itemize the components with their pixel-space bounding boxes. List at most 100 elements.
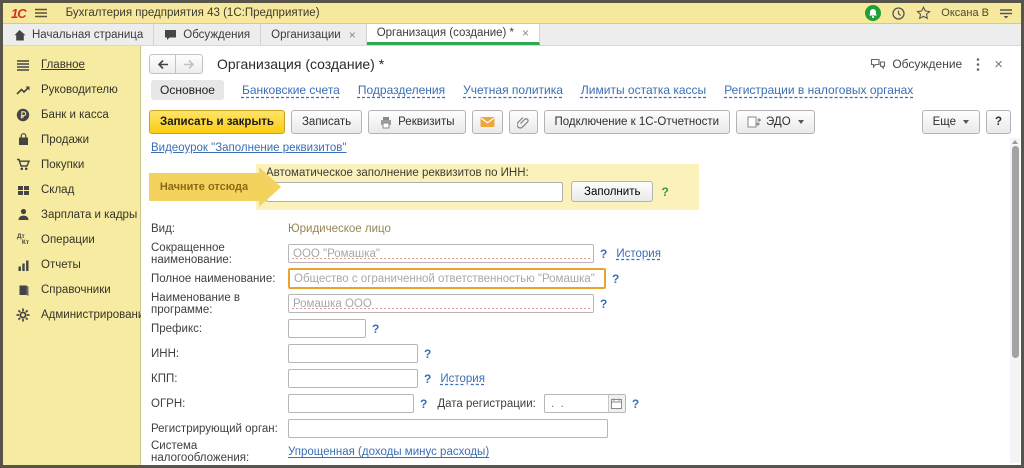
sidebar-item-directories[interactable]: Справочники (3, 277, 140, 302)
service-menu-button[interactable] (999, 7, 1013, 19)
field-row-full-name: Полное наименование: ? (141, 266, 1021, 291)
email-button[interactable] (472, 110, 503, 134)
inn-autofill-section: Начните отсюда Автоматическое заполнение… (141, 164, 1021, 210)
ogrn-input[interactable] (288, 394, 414, 413)
save-button[interactable]: Записать (291, 110, 362, 134)
forward-button[interactable] (176, 54, 203, 74)
tax-system-link[interactable]: Упрощенная (доходы минус расходы) (288, 446, 489, 458)
organization-form: Организация (создание) * Обсуждение × Ос… (141, 46, 1021, 465)
navtab-tax-registrations[interactable]: Регистрации в налоговых органах (724, 83, 913, 97)
back-button[interactable] (149, 54, 176, 74)
full-name-help-link[interactable]: ? (612, 272, 619, 286)
history-button[interactable] (891, 6, 906, 21)
tab-close-icon[interactable]: × (522, 26, 529, 40)
menu-lines-icon (15, 59, 31, 71)
sidebar-item-manager[interactable]: Руководителю (3, 77, 140, 102)
close-form-button[interactable]: × (994, 57, 1003, 72)
navtab-main[interactable]: Основное (151, 80, 224, 100)
requisites-button[interactable]: Реквизиты (368, 110, 465, 134)
kind-value-link[interactable]: Юридическое лицо (288, 223, 391, 235)
sidebar-item-bank-cash[interactable]: Банк и касса (3, 102, 140, 127)
favorites-button[interactable] (916, 6, 931, 20)
main-menu-icon[interactable] (34, 7, 48, 19)
service-menu-icon (999, 7, 1013, 19)
attachments-button[interactable] (509, 110, 538, 134)
page-title: Организация (создание) * (217, 56, 862, 72)
more-menu-icon[interactable] (976, 57, 980, 72)
form-header: Организация (создание) * Обсуждение × (141, 46, 1021, 78)
books-icon (15, 284, 31, 296)
ogrn-help-link[interactable]: ? (420, 397, 427, 411)
field-row-kind: Вид: Юридическое лицо (141, 216, 1021, 241)
sidebar-item-warehouse[interactable]: Склад (3, 177, 140, 202)
1c-reporting-connect-button[interactable]: Подключение к 1С-Отчетности (544, 110, 731, 134)
discussion-bubbles-icon (870, 58, 886, 71)
inn-help-link[interactable]: ? (661, 185, 668, 199)
scrollbar-thumb[interactable] (1012, 146, 1019, 358)
sidebar-item-reports[interactable]: Отчеты (3, 252, 140, 277)
star-icon (916, 6, 931, 20)
forward-arrow-icon (183, 59, 195, 70)
navtab-bank-accounts[interactable]: Банковские счета (242, 83, 340, 97)
sidebar-item-administration[interactable]: Администрирование (3, 302, 140, 327)
help-button[interactable]: ? (986, 110, 1011, 134)
gear-icon (15, 308, 31, 322)
home-icon (13, 29, 26, 41)
short-name-help-link[interactable]: ? (600, 247, 607, 261)
more-button[interactable]: Еще (922, 110, 980, 134)
prefix-help-link[interactable]: ? (372, 322, 379, 336)
field-row-kpp: КПП: ? История (141, 366, 1021, 391)
kpp-help-link[interactable]: ? (424, 372, 431, 386)
prefix-input[interactable] (288, 319, 366, 338)
sidebar-item-salary-hr[interactable]: Зарплата и кадры (3, 202, 140, 227)
inn-autofill-panel: Автоматическое заполнение реквизитов по … (256, 164, 699, 210)
video-tutorial-link[interactable]: Видеоурок "Заполнение реквизитов" (151, 142, 347, 154)
scroll-up-arrow-icon[interactable] (1012, 140, 1018, 144)
section-sidebar: Главное Руководителю Банк и касса Продаж… (3, 46, 141, 465)
discussion-button[interactable]: Обсуждение (870, 57, 962, 71)
program-name-help-link[interactable]: ? (600, 297, 607, 311)
field-row-prefix: Префикс: ? (141, 316, 1021, 341)
notifications-button[interactable] (865, 5, 881, 21)
save-and-close-button[interactable]: Записать и закрыть (149, 110, 285, 134)
bar-chart-icon (15, 259, 31, 271)
inn-help-link[interactable]: ? (424, 347, 431, 361)
form-nav-tabs: Основное Банковские счета Подразделения … (141, 78, 1021, 106)
app-window: 1С Бухгалтерия предприятия 43 (1С:Предпр… (0, 0, 1024, 468)
back-arrow-icon (157, 59, 169, 70)
edo-icon (747, 116, 761, 128)
calendar-button[interactable] (608, 395, 625, 412)
program-name-input[interactable] (288, 294, 594, 313)
fill-button[interactable]: Заполнить (571, 181, 653, 202)
video-tutorial-row: Видеоурок "Заполнение реквизитов" (141, 140, 1021, 160)
short-name-input[interactable] (288, 244, 594, 263)
tab-discussions[interactable]: Обсуждения (154, 24, 261, 45)
navtab-cash-limits[interactable]: Лимиты остатка кассы (581, 83, 706, 97)
kpp-input[interactable] (288, 369, 418, 388)
registration-date-help-link[interactable]: ? (632, 397, 639, 411)
navtab-accounting-policy[interactable]: Учетная политика (463, 83, 563, 97)
sidebar-item-sales[interactable]: Продажи (3, 127, 140, 152)
registration-date-input[interactable] (545, 398, 608, 410)
trend-arrow-icon (15, 84, 31, 96)
short-name-history-link[interactable]: История (616, 248, 661, 260)
tab-home[interactable]: Начальная страница (3, 24, 154, 45)
current-user[interactable]: Оксана В (941, 7, 989, 19)
sidebar-item-main[interactable]: Главное (3, 52, 140, 77)
full-name-input[interactable] (288, 268, 606, 289)
inn-input[interactable] (288, 344, 418, 363)
kpp-history-link[interactable]: История (440, 373, 485, 385)
printer-icon (379, 116, 393, 129)
vertical-scrollbar[interactable] (1010, 138, 1020, 463)
sidebar-item-purchases[interactable]: Покупки (3, 152, 140, 177)
grid-icon (15, 184, 31, 196)
edo-button[interactable]: ЭДО (736, 110, 815, 134)
navtab-subdivisions[interactable]: Подразделения (358, 83, 445, 97)
registering-authority-input[interactable] (288, 419, 608, 438)
inn-autofill-input[interactable] (266, 182, 563, 202)
history-icon (891, 6, 906, 21)
tab-organizations[interactable]: Организации × (261, 24, 367, 45)
sidebar-item-operations[interactable]: ДтКт Операции (3, 227, 140, 252)
tab-close-icon[interactable]: × (349, 28, 356, 42)
tab-organization-create[interactable]: Организация (создание) * × (367, 24, 540, 45)
